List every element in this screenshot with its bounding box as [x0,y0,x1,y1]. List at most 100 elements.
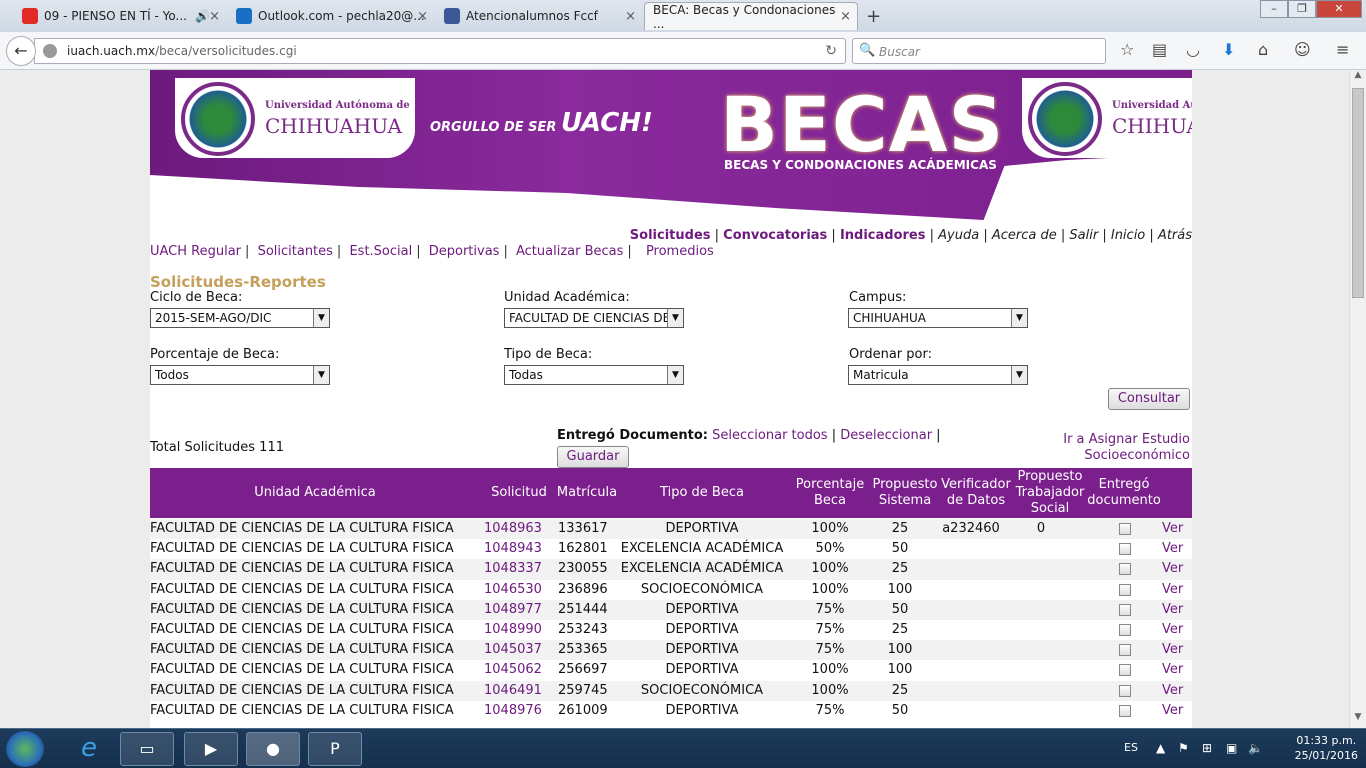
scrollbar-thumb[interactable] [1352,88,1364,298]
url-bar[interactable]: iuach.uach.mx/beca/versolicitudes.cgi ↻ [34,38,846,64]
campus-select[interactable]: CHIHUAHUA ▼ [848,308,1028,328]
tab-youtube[interactable]: 09 - PIENSO EN TÍ - Yo... 🔊 × [14,2,226,30]
language-indicator[interactable]: ES [1124,741,1138,754]
ver-link[interactable]: Ver [1162,703,1183,718]
deseleccionar-link[interactable]: Deseleccionar [840,428,932,443]
solicitud-link[interactable]: 1048976 [484,703,542,718]
solicitud-link[interactable]: 1045062 [484,662,542,677]
subnav-uach-regular[interactable]: UACH Regular [150,244,241,259]
nav-indicadores[interactable]: Indicadores [840,228,926,243]
clock[interactable]: 01:33 p.m. 25/01/2016 [1295,733,1358,763]
ver-link[interactable]: Ver [1162,642,1183,657]
tray-expand-icon[interactable]: ▲ [1156,741,1165,755]
solicitud-link[interactable]: 1048943 [484,541,542,556]
tab-outlook[interactable]: Outlook.com - pechla20@... × [228,2,434,30]
speaker-icon[interactable]: 🔊 [195,9,210,23]
ver-link[interactable]: Ver [1162,602,1183,617]
pocket-icon[interactable]: ◡ [1186,40,1200,59]
ver-link[interactable]: Ver [1162,622,1183,637]
nav-acerca[interactable]: Acerca de [992,228,1057,243]
ie-icon[interactable]: e [62,732,116,766]
ordenar-select[interactable]: Matricula ▼ [848,365,1028,385]
entrego-checkbox[interactable] [1119,664,1131,677]
porcentaje-select[interactable]: Todos ▼ [150,365,330,385]
nav-atras[interactable]: Atrás [1158,228,1192,243]
ver-link[interactable]: Ver [1162,683,1183,698]
ver-link[interactable]: Ver [1162,561,1183,576]
nav-salir[interactable]: Salir [1069,228,1098,243]
solicitud-link[interactable]: 1048337 [484,561,542,576]
solicitud-link[interactable]: 1046491 [484,683,542,698]
home-icon[interactable]: ⌂ [1258,40,1268,59]
entrego-checkbox[interactable] [1119,644,1131,657]
tab-close-icon[interactable]: × [209,9,220,24]
subnav-deportivas[interactable]: Deportivas [429,244,500,259]
back-button[interactable]: ← [6,36,36,66]
nav-convocatorias[interactable]: Convocatorias [723,228,827,243]
tab-close-icon[interactable]: × [625,9,636,24]
entrego-checkbox[interactable] [1119,563,1131,576]
cell-tipo: DEPORTIVA [665,601,739,617]
nav-solicitudes[interactable]: Solicitudes [630,228,711,243]
ver-link[interactable]: Ver [1162,541,1183,556]
solicitud-link[interactable]: 1046530 [484,582,542,597]
tab-facebook[interactable]: Atencionalumnos Fccf × [436,2,642,30]
search-input[interactable]: 🔍 Buscar [852,38,1106,64]
flag-icon[interactable]: ⚑ [1178,741,1189,755]
tab-becas[interactable]: BECA: Becas y Condonaciones ... × [644,2,858,31]
windows-icon[interactable]: ⊞ [1202,741,1212,755]
ver-link[interactable]: Ver [1162,521,1183,536]
unidad-select[interactable]: FACULTAD DE CIENCIAS DE ▼ [504,308,684,328]
subnav-promedios[interactable]: Promedios [646,244,714,259]
ciclo-select[interactable]: 2015-SEM-AGO/DIC ▼ [150,308,330,328]
solicitud-link[interactable]: 1048963 [484,521,542,536]
ver-link[interactable]: Ver [1162,662,1183,677]
menu-icon[interactable]: ≡ [1336,40,1349,59]
entrego-checkbox[interactable] [1119,543,1131,556]
bookmark-star-icon[interactable]: ☆ [1120,40,1134,59]
scroll-up-icon[interactable]: ▲ [1350,70,1366,86]
powerpoint-icon[interactable]: P [308,732,362,766]
nav-ayuda[interactable]: Ayuda [938,228,979,243]
explorer-icon[interactable]: ▭ [120,732,174,766]
entrego-checkbox[interactable] [1119,704,1131,717]
solicitud-link[interactable]: 1048977 [484,602,542,617]
url-text[interactable]: iuach.uach.mx/beca/versolicitudes.cgi [67,44,297,58]
ver-link[interactable]: Ver [1162,582,1183,597]
guardar-button[interactable]: Guardar [557,446,629,468]
hello-icon[interactable]: ☺ [1294,40,1311,59]
close-icon[interactable]: ✕ [1316,0,1362,18]
media-player-icon[interactable]: ▶ [184,732,238,766]
maximize-icon[interactable]: ❐ [1288,0,1316,18]
nav-inicio[interactable]: Inicio [1111,228,1145,243]
subnav-actualizar-becas[interactable]: Actualizar Becas [516,244,623,259]
asignar-estudio-link[interactable]: Ir a Asignar Estudio Socioeconómico [1063,432,1190,464]
reload-icon[interactable]: ↻ [825,43,837,59]
volume-icon[interactable]: 🔈 [1248,741,1263,755]
entrego-checkbox[interactable] [1119,684,1131,697]
reading-list-icon[interactable]: ▤ [1152,40,1167,59]
tab-close-icon[interactable]: × [840,9,851,24]
tipo-select[interactable]: Todas ▼ [504,365,684,385]
solicitud-link[interactable]: 1045037 [484,642,542,657]
seleccionar-todos-link[interactable]: Seleccionar todos [712,428,827,443]
download-icon[interactable]: ⬇ [1222,40,1235,59]
vertical-scrollbar[interactable]: ▲ ▼ [1349,70,1366,728]
unidad-label: Unidad Académica: [504,290,630,305]
scroll-down-icon[interactable]: ▼ [1350,712,1366,728]
minimize-icon[interactable]: – [1260,0,1288,18]
solicitud-link[interactable]: 1048990 [484,622,542,637]
entrego-checkbox[interactable] [1119,603,1131,616]
tab-close-icon[interactable]: × [417,9,428,24]
firefox-icon[interactable]: ● [246,732,300,766]
network-icon[interactable]: ▣ [1226,741,1237,755]
subnav-solicitantes[interactable]: Solicitantes [258,244,333,259]
cell-porcentaje: 75% [815,642,845,658]
consultar-button[interactable]: Consultar [1108,388,1190,410]
start-button[interactable] [6,731,44,767]
new-tab-button[interactable]: + [866,6,881,27]
entrego-checkbox[interactable] [1119,523,1131,535]
subnav-est-social[interactable]: Est.Social [349,244,412,259]
entrego-checkbox[interactable] [1119,583,1131,596]
entrego-checkbox[interactable] [1119,623,1131,636]
